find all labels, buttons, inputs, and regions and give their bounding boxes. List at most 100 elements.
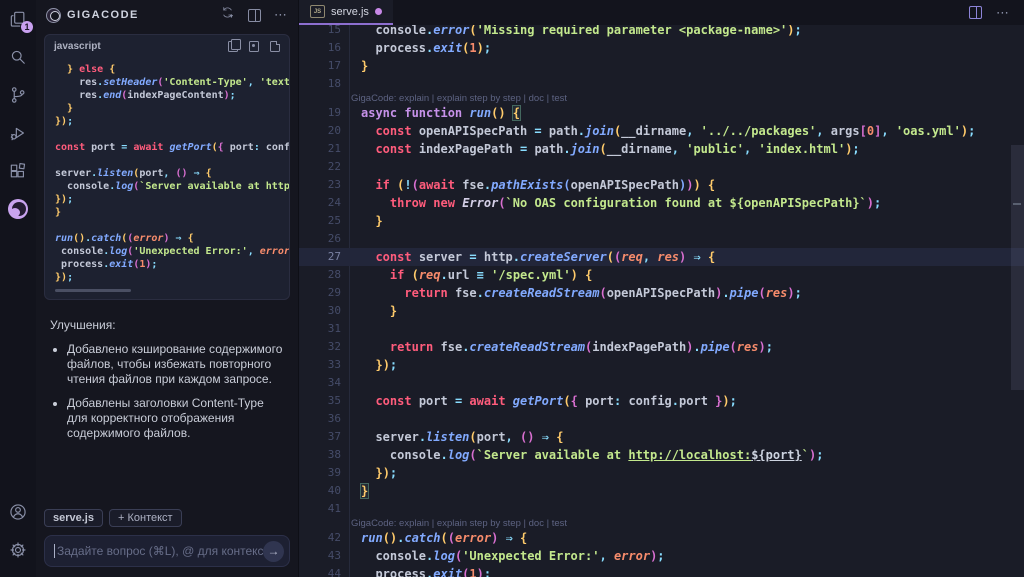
code-line[interactable]: res.end(indexPageContent); (55, 89, 289, 102)
code-line[interactable]: 19async function run() { (299, 104, 1024, 122)
run-debug-icon[interactable] (7, 122, 29, 144)
codelens-actions[interactable]: GigaCode: explain | explain step by step… (299, 93, 1024, 104)
gigacode-panel: GIGACODE ⋯ javascript } (36, 0, 298, 577)
settings-gear-icon[interactable] (7, 539, 29, 561)
code-line[interactable]: process.exit(1); (55, 258, 289, 271)
code-line[interactable]: }); (55, 271, 289, 284)
line-number: 39 (299, 464, 341, 482)
code-block-hscrollbar[interactable] (55, 289, 131, 292)
codelens-actions[interactable]: GigaCode: explain | explain step by step… (299, 518, 1024, 529)
code-line[interactable]: 23 if (!(await fse.pathExists(openAPISpe… (299, 176, 1024, 194)
code-text: console.log(`Server available at http://… (341, 446, 823, 464)
code-line[interactable]: 16 process.exit(1); (299, 39, 1024, 57)
code-line[interactable]: 33 }); (299, 356, 1024, 374)
code-line[interactable]: 15 console.error('Missing required param… (299, 25, 1024, 39)
code-line[interactable]: 29 return fse.createReadStream(openAPISp… (299, 284, 1024, 302)
modified-dot-icon[interactable] (375, 8, 382, 15)
search-icon[interactable] (7, 46, 29, 68)
app-window: 1 GIGACODE (0, 0, 1024, 577)
code-line[interactable]: 39 }); (299, 464, 1024, 482)
code-text: if (!(await fse.pathExists(openAPISpecPa… (341, 176, 715, 194)
code-line[interactable]: } else { (55, 63, 289, 76)
code-line[interactable]: 42run().catch((error) ⇒ { (299, 529, 1024, 547)
editor-more-actions-icon[interactable]: ⋯ (996, 8, 1010, 18)
code-line[interactable]: }); (55, 115, 289, 128)
explorer-badge: 1 (21, 21, 33, 33)
code-line[interactable]: console.log(`Server available at http://… (55, 180, 289, 193)
line-number: 36 (299, 410, 341, 428)
code-text: process.exit(1); (55, 258, 157, 271)
code-text: } else { (55, 63, 115, 76)
code-line[interactable]: 34 (299, 374, 1024, 392)
code-line[interactable]: 25 } (299, 212, 1024, 230)
panel-split-icon[interactable] (248, 9, 261, 22)
code-line[interactable]: 43 console.log('Unexpected Error:', erro… (299, 547, 1024, 565)
account-icon[interactable] (7, 501, 29, 523)
explorer-icon[interactable]: 1 (7, 8, 29, 30)
code-line[interactable]: 44 process.exit(1); (299, 565, 1024, 577)
context-file-chip[interactable]: serve.js (44, 509, 103, 527)
code-line[interactable]: 27 const server = http.createServer((req… (299, 248, 1024, 266)
insert-into-file-icon[interactable] (270, 41, 280, 52)
code-text: }); (341, 356, 397, 374)
editor-vscrollbar[interactable] (1011, 145, 1024, 390)
panel-more-actions-icon[interactable]: ⋯ (274, 10, 288, 20)
code-text: console.log(`Server available at http://… (55, 180, 289, 193)
insert-at-cursor-icon[interactable] (249, 41, 259, 52)
source-control-icon[interactable] (7, 84, 29, 106)
tab-serve-js[interactable]: JS serve.js (299, 0, 393, 25)
panel-title: GIGACODE (67, 9, 139, 21)
code-line[interactable]: 37 server.listen(port, () ⇒ { (299, 428, 1024, 446)
improvement-item: Добавлено кэширование содержимого файлов… (67, 342, 284, 387)
code-line[interactable]: 20 const openAPISpecPath = path.join(__d… (299, 122, 1024, 140)
code-line[interactable]: 28 if (req.url ≡ '/spec.yml') { (299, 266, 1024, 284)
code-line[interactable]: 17} (299, 57, 1024, 75)
line-number: 16 (299, 39, 341, 57)
line-number: 43 (299, 547, 341, 565)
code-line[interactable]: const port = await getPort({ port: confi… (55, 141, 289, 154)
code-line[interactable]: }); (55, 193, 289, 206)
line-number: 33 (299, 356, 341, 374)
code-line[interactable] (55, 128, 289, 141)
code-line[interactable]: 26 (299, 230, 1024, 248)
split-editor-icon[interactable] (969, 6, 982, 19)
tab-label: serve.js (331, 6, 369, 18)
code-line[interactable]: 36 (299, 410, 1024, 428)
new-session-icon[interactable] (220, 5, 235, 25)
add-context-chip[interactable]: + Контекст (109, 509, 182, 527)
code-text (341, 158, 361, 176)
code-text: async function run() { (341, 104, 520, 122)
code-line[interactable]: res.setHeader('Content-Type', 'text/htm (55, 76, 289, 89)
code-line[interactable]: 40} (299, 482, 1024, 500)
code-line[interactable]: 31 (299, 320, 1024, 338)
copy-code-icon[interactable] (228, 41, 238, 52)
code-line[interactable]: 22 (299, 158, 1024, 176)
code-line[interactable]: server.listen(port, () ⇒ { (55, 167, 289, 180)
code-line[interactable]: run().catch((error) ⇒ { (55, 232, 289, 245)
code-line[interactable]: 38 console.log(`Server available at http… (299, 446, 1024, 464)
code-line[interactable]: 35 const port = await getPort({ port: co… (299, 392, 1024, 410)
code-line[interactable]: 32 return fse.createReadStream(indexPage… (299, 338, 1024, 356)
code-text: } (55, 102, 73, 115)
line-number: 35 (299, 392, 341, 410)
code-line[interactable] (55, 219, 289, 232)
code-line[interactable] (55, 154, 289, 167)
code-line[interactable]: console.log('Unexpected Error:', error); (55, 245, 289, 258)
code-line[interactable]: 24 throw new Error(`No OAS configuration… (299, 194, 1024, 212)
code-line[interactable]: 30 } (299, 302, 1024, 320)
chat-input[interactable]: Задайте вопрос (⌘L), @ для контекста → (44, 535, 290, 567)
line-number: 27 (299, 248, 341, 266)
code-text: if (req.url ≡ '/spec.yml') { (341, 266, 592, 284)
tab-bar: JS serve.js ⋯ (299, 0, 1024, 25)
extensions-icon[interactable] (7, 160, 29, 182)
gigacode-activity-icon[interactable] (7, 198, 29, 220)
gigacode-header-logo-icon (46, 8, 61, 23)
code-line[interactable]: } (55, 102, 289, 115)
code-line[interactable]: 18 (299, 75, 1024, 93)
code-line[interactable]: 21 const indexPagePath = path.join(__dir… (299, 140, 1024, 158)
code-line[interactable]: } (55, 206, 289, 219)
code-area[interactable]: 15 console.error('Missing required param… (299, 25, 1024, 577)
code-block-header: javascript (45, 35, 289, 57)
code-line[interactable]: 41 (299, 500, 1024, 518)
send-button[interactable]: → (263, 541, 284, 562)
